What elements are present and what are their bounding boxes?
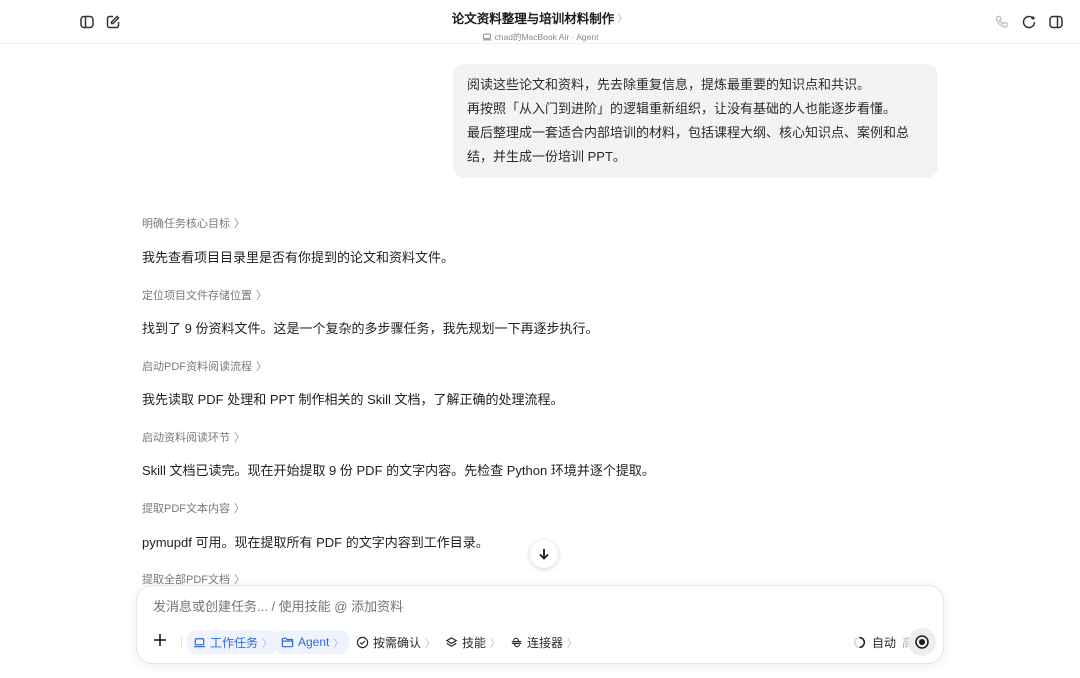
chevron-right-icon: 〉: [234, 218, 245, 230]
chevron-right-icon: 〉: [333, 638, 344, 650]
step-text-2: 找到了 9 份资料文件。这是一个复杂的多步骤任务，我先规划一下再逐步执行。: [142, 321, 599, 336]
step-title: 启动PDF资料阅读流程: [142, 361, 252, 373]
connectors-label: 连接器: [527, 635, 564, 650]
title-chevron-icon: 〉: [617, 12, 629, 25]
chevron-right-icon: 〉: [256, 290, 267, 302]
record-button[interactable]: [908, 628, 936, 656]
user-message-line: 最后整理成一套适合内部培训的材料，包括课程大纲、核心知识点、案例和总: [467, 125, 910, 140]
auto-mode-label: 自动: [872, 635, 897, 650]
chevron-right-icon: 〉: [234, 432, 245, 444]
step-header-5[interactable]: 提取PDF文本内容 〉: [142, 500, 245, 516]
confirm-mode-chip[interactable]: 按需确认 〉: [350, 630, 441, 654]
step-header-2[interactable]: 定位项目文件存储位置 〉: [142, 287, 267, 303]
connectors-chip[interactable]: 连接器 〉: [504, 630, 583, 654]
agent-chip[interactable]: Agent 〉: [275, 630, 350, 654]
confirm-mode-label: 按需确认: [373, 635, 422, 650]
scroll-to-bottom-button[interactable]: [530, 540, 558, 568]
step-header-3[interactable]: 启动PDF资料阅读流程 〉: [142, 358, 267, 374]
device-subtitle: chad的MacBook Air · Agent: [0, 31, 1080, 43]
toolbar-divider: [181, 637, 182, 649]
connector-icon: [511, 637, 522, 647]
laptop-icon: [193, 637, 206, 647]
check-circle-icon: [356, 636, 369, 648]
step-title: 启动资料阅读环节: [142, 432, 230, 444]
arrow-down-icon: [539, 549, 549, 560]
subtitle-text: chad的MacBook Air · Agent: [494, 32, 599, 42]
step-text-3: 我先读取 PDF 处理和 PPT 制作相关的 Skill 文档，了解正确的处理流…: [142, 392, 564, 407]
step-text-1: 我先查看项目目录里是否有你提到的论文和资料文件。: [142, 250, 455, 265]
user-message-line: 再按照「从入门到进阶」的逻辑重新组织，让没有基础的人也能逐步看懂。: [467, 101, 897, 116]
work-task-label: 工作任务: [210, 635, 259, 650]
add-attachment-button[interactable]: [151, 631, 169, 649]
record-icon: [915, 635, 929, 649]
step-text-5: pymupdf 可用。现在提取所有 PDF 的文字内容到工作目录。: [142, 535, 489, 550]
step-text-4: Skill 文档已读完。现在开始提取 9 份 PDF 的文字内容。先检查 Pyt…: [142, 463, 655, 478]
phone-icon[interactable]: [993, 13, 1011, 31]
skills-label: 技能: [462, 635, 487, 650]
step-header-1[interactable]: 明确任务核心目标 〉: [142, 215, 245, 231]
work-task-chip[interactable]: 工作任务 〉: [187, 630, 279, 654]
chevron-right-icon: 〉: [234, 503, 245, 515]
chevron-right-icon: 〉: [490, 638, 501, 650]
step-title: 定位项目文件存储位置: [142, 290, 252, 302]
half-circle-icon: [854, 636, 865, 648]
message-composer: 工作任务 〉 Agent 〉 按需确认 〉 技能 〉 连接器 〉 自动 高 〉: [136, 585, 944, 664]
skills-chip[interactable]: 技能 〉: [439, 630, 506, 654]
user-message-bubble: 阅读这些论文和资料，先去除重复信息，提炼最重要的知识点和共识。 再按照「从入门到…: [453, 64, 938, 178]
step-title: 提取PDF文本内容: [142, 503, 230, 515]
folder-icon: [281, 637, 294, 647]
chevron-right-icon: 〉: [256, 361, 267, 373]
user-message-line: 阅读这些论文和资料，先去除重复信息，提炼最重要的知识点和共识。: [467, 77, 871, 92]
step-title: 明确任务核心目标: [142, 218, 230, 230]
chevron-right-icon: 〉: [425, 638, 436, 650]
step-header-4[interactable]: 启动资料阅读环节 〉: [142, 429, 245, 445]
conversation-title[interactable]: 论文资料整理与培训材料制作 〉: [452, 8, 629, 27]
laptop-icon: [482, 33, 491, 41]
right-panel-toggle-icon[interactable]: [1047, 13, 1065, 31]
plus-icon: [154, 634, 166, 646]
header-title-area: 论文资料整理与培训材料制作 〉 chad的MacBook Air · Agent: [0, 8, 1080, 43]
top-bar: 论文资料整理与培训材料制作 〉 chad的MacBook Air · Agent: [0, 0, 1080, 44]
user-message-line: 结，并生成一份培训 PPT。: [467, 149, 626, 164]
agent-label: Agent: [298, 635, 330, 649]
layers-icon: [445, 636, 458, 647]
chevron-right-icon: 〉: [567, 638, 578, 650]
chat-history-icon[interactable]: [1020, 13, 1038, 31]
chevron-right-icon: 〉: [262, 638, 273, 650]
title-text: 论文资料整理与培训材料制作: [451, 12, 615, 26]
message-input[interactable]: [153, 599, 913, 614]
